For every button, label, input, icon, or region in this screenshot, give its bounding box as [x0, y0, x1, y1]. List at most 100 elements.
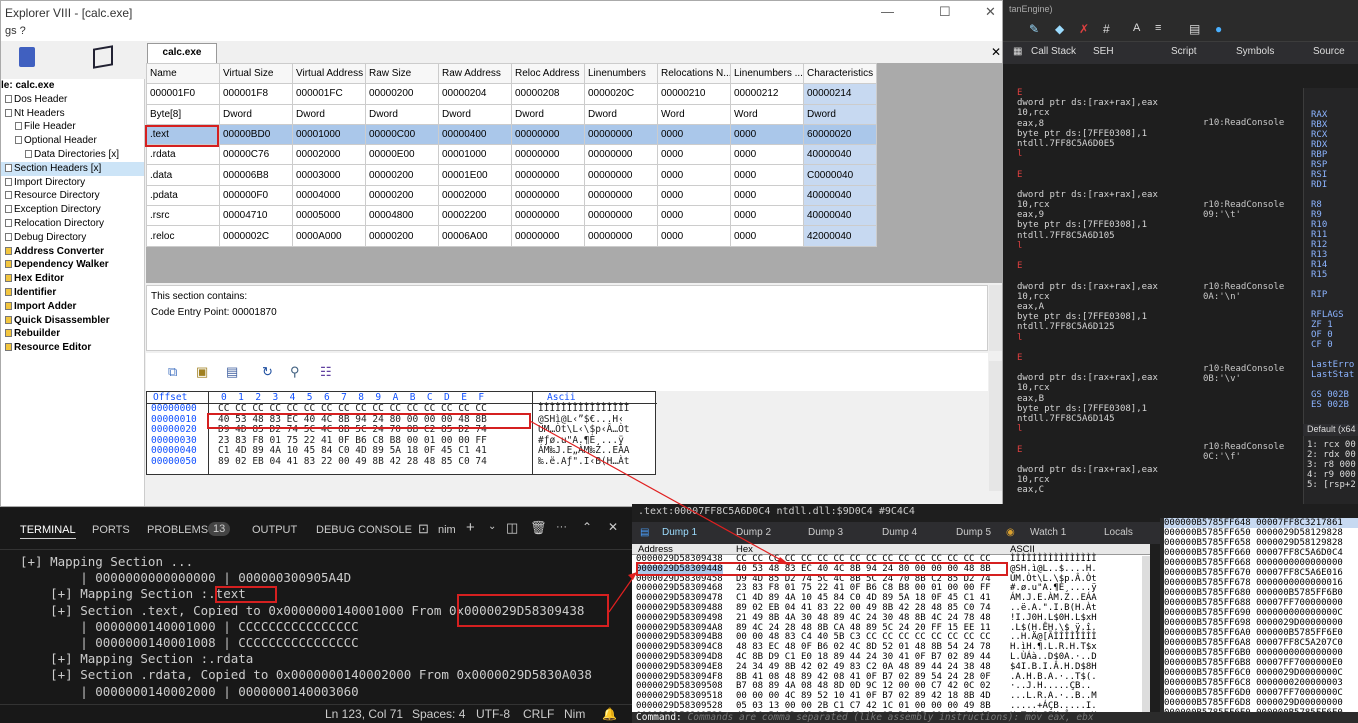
- table-cell[interactable]: 00000200: [365, 184, 439, 207]
- table-cell[interactable]: 00005000: [292, 205, 366, 227]
- register-label[interactable]: RDI: [1311, 180, 1358, 190]
- disasm-line[interactable]: E: [1017, 445, 1198, 455]
- register-label[interactable]: [1311, 380, 1358, 390]
- table-cell[interactable]: 00000000: [584, 205, 658, 227]
- tree-item[interactable]: Resource Directory: [1, 189, 144, 203]
- stack-row[interactable]: 000000B5785FF698 0000029D00000000: [1164, 618, 1358, 628]
- table-cell[interactable]: 40000040: [803, 184, 877, 207]
- hex-ascii-column[interactable]: Ascii ÌÌÌÌÌÌÌÌÌÌÌÌÌÌÌÌ @SHì@L‹”$€...H‹ ÙM……: [533, 392, 657, 474]
- calc-icon[interactable]: ▤: [1189, 22, 1200, 36]
- stack-view[interactable]: 000000B5785FF648 00007FF8C3217861 000000B…: [1160, 518, 1358, 714]
- table-cell[interactable]: 40000040: [803, 144, 877, 166]
- register-label[interactable]: RSI: [1311, 170, 1358, 180]
- table-cell[interactable]: 00000000: [584, 144, 658, 166]
- stack-row[interactable]: 000000B5785FF6D8 0000029D00000000: [1164, 698, 1358, 708]
- disassembly-view[interactable]: Edword ptr ds:[rax+rax],eax 10,rcx eax,8 by…: [1003, 88, 1198, 512]
- pencil-icon[interactable]: ✎: [1029, 22, 1039, 36]
- hex-line[interactable]: ÌÌÌÌÌÌÌÌÌÌÌÌÌÌÌÌ: [538, 403, 657, 415]
- hex-line[interactable]: ÙM…Òt\L‹\$p‹Â…Òt: [538, 424, 657, 436]
- refresh-icon[interactable]: ↻: [262, 364, 273, 380]
- menu-bar[interactable]: gs ?: [1, 25, 1002, 41]
- close-tab-icon[interactable]: ✕: [991, 45, 1001, 59]
- register-label[interactable]: RCX: [1311, 130, 1358, 140]
- tab-ports[interactable]: PORTS: [92, 524, 130, 536]
- register-label[interactable]: ZF 1: [1311, 320, 1358, 330]
- stack-row[interactable]: 000000B5785FF680 000000B5785FF6B0: [1164, 588, 1358, 598]
- table-cell[interactable]: 000001FC: [292, 83, 366, 105]
- tree-item[interactable]: Resource Editor: [1, 341, 144, 355]
- minimize-icon[interactable]: —: [881, 4, 894, 19]
- disasm-line[interactable]: byte ptr ds:[7FFE0308],1: [1017, 312, 1198, 322]
- register-label[interactable]: CF 0: [1311, 340, 1358, 350]
- register-label[interactable]: R10: [1311, 220, 1358, 230]
- disasm-line[interactable]: l: [1017, 241, 1198, 251]
- hex-line[interactable]: ÁM‰J.E„ÀM‰Z..EÁA: [538, 445, 657, 457]
- tree-item[interactable]: File Header: [1, 120, 144, 134]
- stack-row[interactable]: 000000B5785FF648 00007FF8C3217861: [1164, 518, 1358, 528]
- table-cell[interactable]: 00004800: [365, 205, 439, 227]
- register-label[interactable]: R11: [1311, 230, 1358, 240]
- stack-row[interactable]: 000000B5785FF6A8 00007FF8C5A207C0: [1164, 638, 1358, 648]
- register-label[interactable]: RFLAGS: [1311, 310, 1358, 320]
- font-icon[interactable]: A: [1133, 22, 1140, 34]
- table-cell[interactable]: 00003000: [292, 164, 366, 186]
- table-cell[interactable]: 0000: [657, 144, 731, 166]
- table-cell[interactable]: 00004710: [219, 205, 293, 227]
- table-cell[interactable]: 42000040: [803, 225, 877, 247]
- table-cell[interactable]: 00006A00: [438, 225, 512, 247]
- table-cell[interactable]: .rsrc: [146, 205, 220, 227]
- table-cell[interactable]: Dword: [584, 103, 658, 125]
- stack-row[interactable]: 000000B5785FF6A0 000000B5785FF6E0: [1164, 628, 1358, 638]
- disasm-line[interactable]: eax,9: [1017, 210, 1198, 220]
- table-cell[interactable]: Characteristics: [803, 63, 877, 85]
- tree-item[interactable]: Address Converter: [1, 245, 144, 259]
- tab-call-stack[interactable]: Call Stack: [1031, 46, 1076, 57]
- disasm-line[interactable]: E: [1017, 353, 1198, 363]
- tree-item[interactable]: Identifier: [1, 286, 144, 300]
- disasm-line[interactable]: byte ptr ds:[7FFE0308],1: [1017, 220, 1198, 230]
- table-cell[interactable]: Dword: [292, 103, 366, 125]
- table-cell[interactable]: 0000: [730, 225, 804, 247]
- dump-scrollbar[interactable]: [1142, 556, 1150, 712]
- chevron-down-icon[interactable]: ⌄: [488, 521, 496, 532]
- encoding[interactable]: UTF-8: [476, 707, 510, 721]
- add-terminal-icon[interactable]: +: [466, 519, 475, 536]
- table-cell[interactable]: 00000200: [365, 225, 439, 247]
- table-cell[interactable]: 0000: [730, 164, 804, 186]
- register-label[interactable]: [1311, 300, 1358, 310]
- disasm-line[interactable]: l: [1017, 149, 1198, 159]
- disasm-line[interactable]: byte ptr ds:[7FFE0308],1: [1017, 404, 1198, 414]
- table-cell[interactable]: 0000: [657, 164, 731, 186]
- copy-icon[interactable]: ⧉: [168, 364, 177, 380]
- table-cell[interactable]: 0000: [730, 144, 804, 166]
- line-endings[interactable]: CRLF: [523, 707, 554, 721]
- stack-row[interactable]: 000000B5785FF660 00007FF8C5A6D0C4: [1164, 548, 1358, 558]
- table-cell[interactable]: 00000000: [584, 123, 658, 146]
- disasm-line[interactable]: [1017, 363, 1198, 373]
- table-cell[interactable]: 000001F0: [146, 83, 220, 105]
- disasm-line[interactable]: [1017, 159, 1198, 169]
- register-label[interactable]: [1311, 190, 1358, 200]
- table-cell[interactable]: C0000040: [803, 164, 877, 186]
- hex-bytes-column[interactable]: 0 1 2 3 4 5 6 7 8 9 A B C D E F CC CC CC…: [209, 392, 533, 474]
- table-cell[interactable]: Dword: [438, 103, 512, 125]
- tab-script[interactable]: Script: [1171, 46, 1197, 57]
- table-cell[interactable]: Byte[8]: [146, 103, 220, 125]
- disasm-line[interactable]: E: [1017, 261, 1198, 271]
- table-cell[interactable]: 00000E00: [365, 144, 439, 166]
- table-cell[interactable]: Reloc Address: [511, 63, 585, 85]
- register-label[interactable]: RIP: [1311, 290, 1358, 300]
- table-cell[interactable]: 00000000: [511, 144, 585, 166]
- tab-terminal[interactable]: TERMINAL: [20, 524, 76, 539]
- tab-locals[interactable]: Locals: [1104, 527, 1133, 538]
- disasm-line[interactable]: 10,rcx: [1017, 383, 1198, 393]
- stack-row[interactable]: 000000B5785FF688 00007FF700000000: [1164, 598, 1358, 608]
- table-cell[interactable]: 00000000: [511, 184, 585, 207]
- table-cell[interactable]: 00000214: [803, 83, 877, 105]
- table-cell[interactable]: 00000000: [584, 164, 658, 186]
- close-panel-icon[interactable]: ✕: [608, 520, 618, 534]
- table-cell[interactable]: Raw Size: [365, 63, 439, 85]
- table-cell[interactable]: 00000000: [511, 225, 585, 247]
- table-cell[interactable]: 0000: [730, 123, 804, 146]
- cursor-position[interactable]: Ln 123, Col 71: [325, 707, 403, 721]
